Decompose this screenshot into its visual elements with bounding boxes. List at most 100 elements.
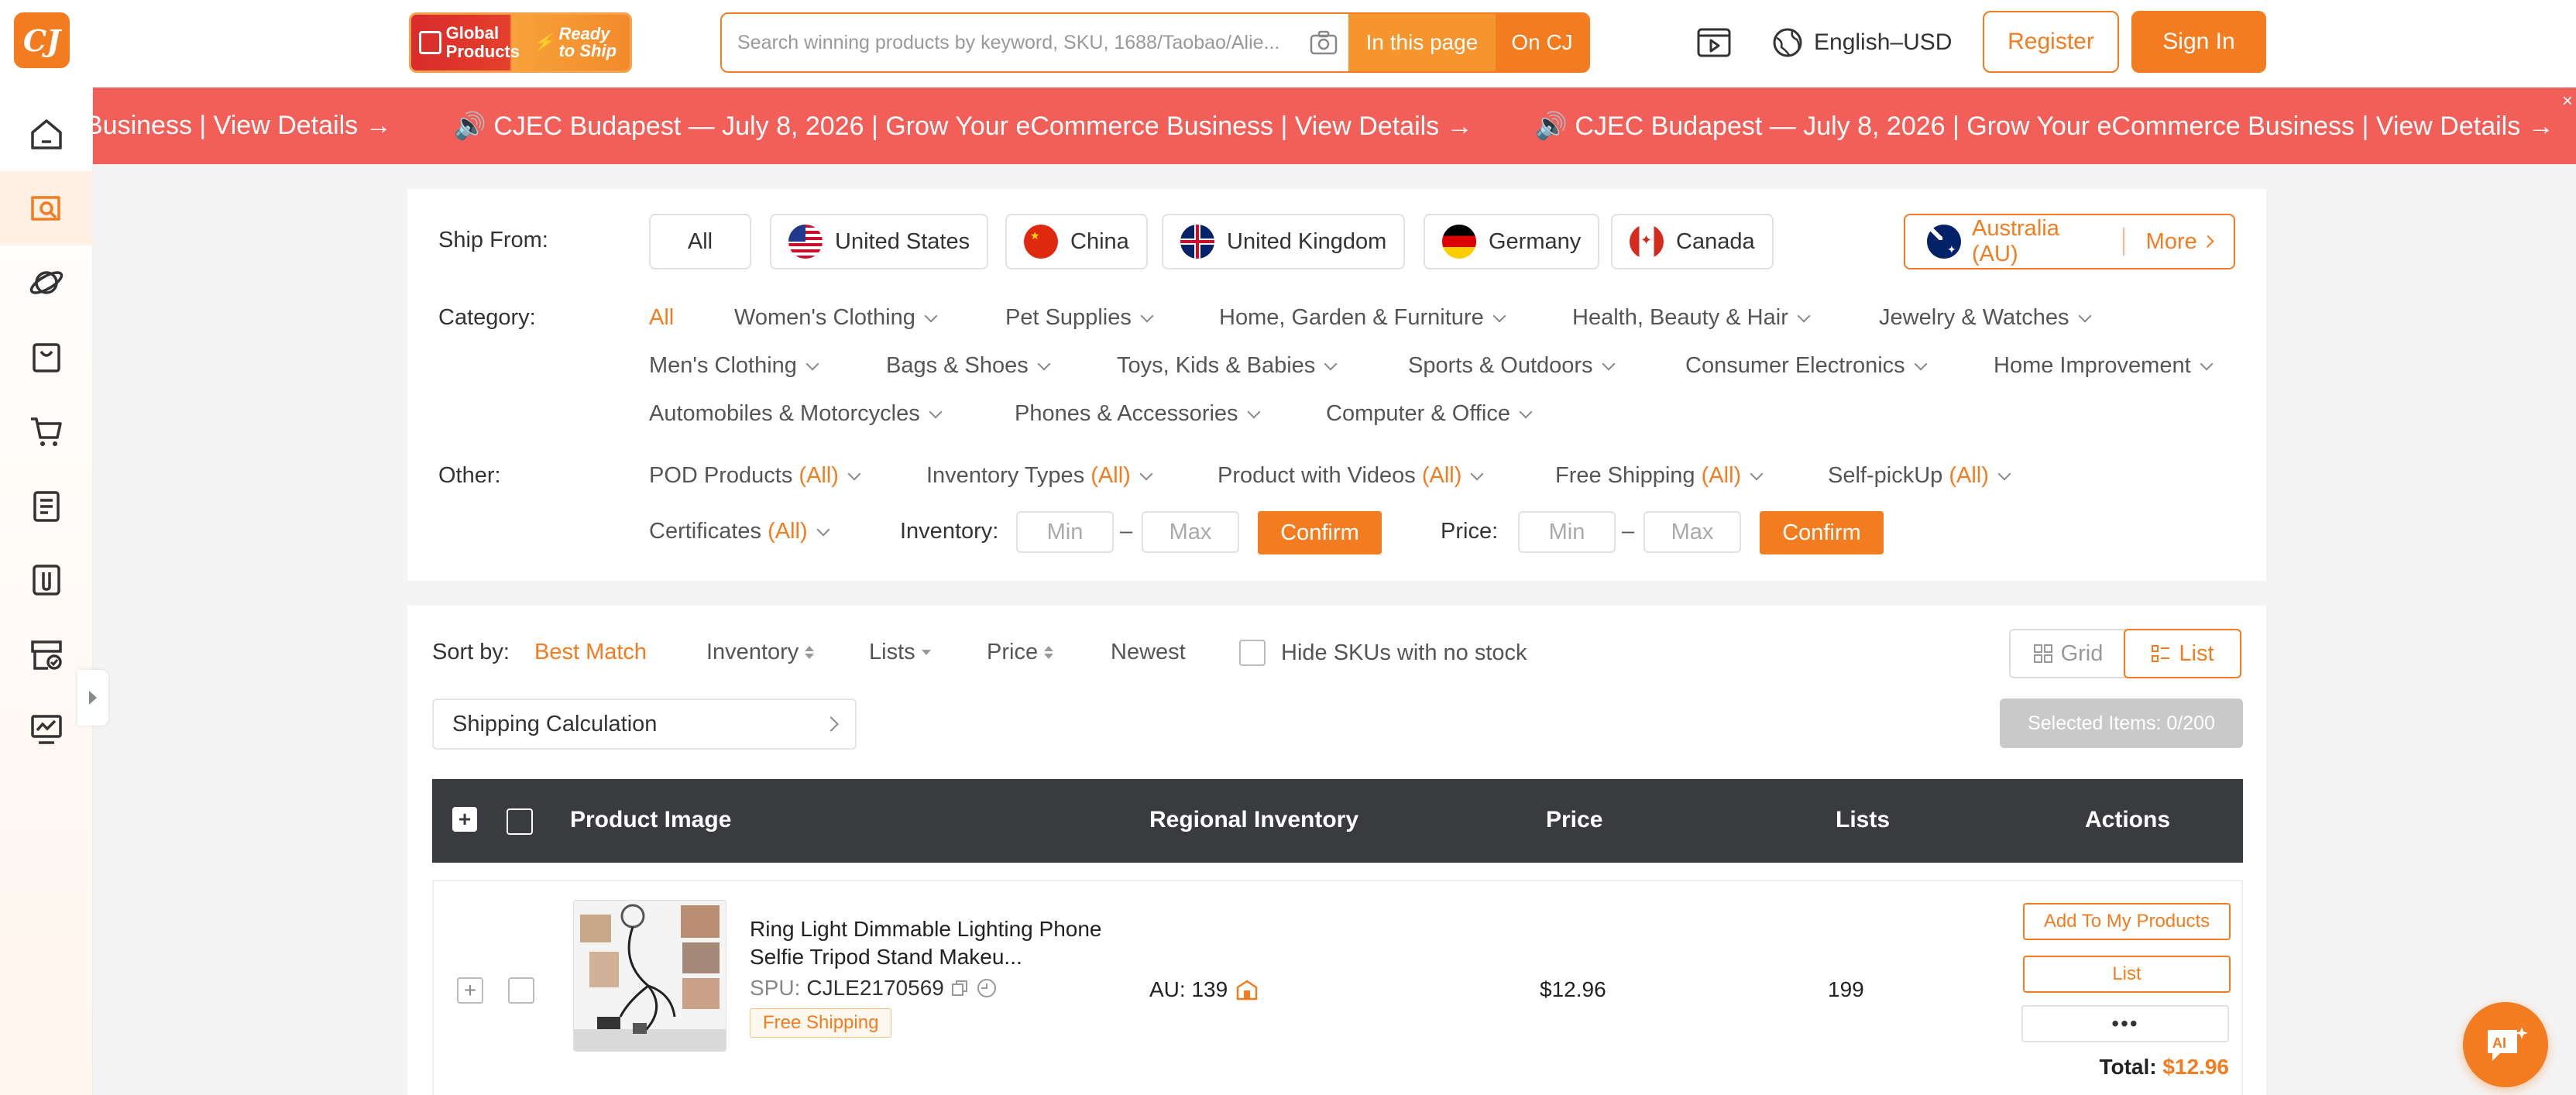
- filter-pod-products[interactable]: POD Products (All): [649, 463, 861, 489]
- more-countries-link[interactable]: More: [2146, 229, 2197, 255]
- product-title[interactable]: Ring Light Dimmable Lighting Phone Selfi…: [750, 915, 1137, 971]
- category-womens-clothing[interactable]: Women's Clothing: [734, 305, 938, 331]
- inventory-max-input[interactable]: Max: [1142, 511, 1239, 553]
- category-consumer-electronics[interactable]: Consumer Electronics: [1685, 353, 1928, 379]
- category-jewelry-watches[interactable]: Jewelry & Watches: [1879, 305, 2091, 331]
- announcement-banner[interactable]: Business | View Details → 🔊 CJEC Budapes…: [93, 88, 2576, 164]
- chevron-down-icon: [1997, 467, 2011, 481]
- inventory-confirm-button[interactable]: Confirm: [1258, 511, 1382, 554]
- sign-in-button[interactable]: Sign In: [2131, 11, 2266, 73]
- ship-from-canada[interactable]: ✦ Canada: [1611, 214, 1774, 269]
- row-checkbox[interactable]: [508, 977, 534, 1004]
- hide-skus-checkbox[interactable]: [1239, 640, 1266, 666]
- search-input[interactable]: [722, 14, 1299, 71]
- search-in-page-button[interactable]: In this page: [1348, 14, 1496, 71]
- ship-from-united-states[interactable]: United States: [770, 214, 989, 269]
- sidebar-item-product-search[interactable]: [0, 171, 93, 245]
- ship-from-united-kingdom[interactable]: United Kingdom: [1162, 214, 1406, 269]
- sort-by-label: Sort by:: [432, 640, 510, 664]
- filter-certificates[interactable]: Certificates (All): [649, 519, 830, 544]
- chevron-right-icon: [2201, 235, 2214, 249]
- chevron-down-icon: [1470, 467, 1484, 481]
- product-lists-count: 199: [1828, 977, 1864, 1001]
- language-selector[interactable]: English–USD: [1772, 23, 1952, 62]
- sort-newest[interactable]: Newest: [1111, 640, 1186, 665]
- ship-from-china[interactable]: ★ China: [1005, 214, 1148, 269]
- more-actions-button[interactable]: •••: [2021, 1005, 2229, 1042]
- category-computer-office[interactable]: Computer & Office: [1326, 401, 1533, 427]
- ship-from-all[interactable]: All: [649, 214, 751, 269]
- category-automobiles[interactable]: Automobiles & Motorcycles: [649, 401, 943, 427]
- ai-assistant-button[interactable]: AI: [2463, 1002, 2548, 1087]
- inventory-range-label: Inventory:: [900, 519, 999, 544]
- category-all[interactable]: All: [649, 305, 674, 331]
- product-thumbnail[interactable]: [573, 900, 726, 1052]
- chevron-down-icon: [847, 467, 861, 481]
- sidebar-expand-button[interactable]: [77, 670, 108, 726]
- view-toggle: Grid List: [2009, 629, 2241, 678]
- grid-view-button[interactable]: Grid: [2011, 630, 2125, 677]
- sort-best-match[interactable]: Best Match: [534, 640, 647, 665]
- filter-self-pickup[interactable]: Self-pickUp (All): [1828, 463, 2011, 489]
- list-button[interactable]: List: [2023, 956, 2231, 993]
- close-icon[interactable]: ×: [2562, 91, 2573, 112]
- selected-items-button[interactable]: Selected Items: 0/200: [2000, 699, 2243, 748]
- list-view-button[interactable]: List: [2124, 629, 2241, 678]
- select-all-checkbox[interactable]: [507, 808, 533, 835]
- language-label: English–USD: [1814, 29, 1953, 55]
- chevron-down-icon: [2078, 309, 2091, 323]
- announcement-item[interactable]: 🔊 CJEC Budapest — July 8, 2026 | Grow Yo…: [454, 111, 1473, 142]
- cj-logo[interactable]: CJ: [14, 12, 70, 68]
- category-toys-kids[interactable]: Toys, Kids & Babies: [1117, 353, 1338, 379]
- register-button[interactable]: Register: [1983, 11, 2119, 73]
- hide-skus-toggle[interactable]: Hide SKUs with no stock: [1239, 640, 1527, 666]
- sidebar-item-cart[interactable]: [0, 394, 93, 469]
- sidebar-item-my-products[interactable]: [0, 320, 93, 394]
- sidebar-item-pod[interactable]: [0, 543, 93, 617]
- filter-free-shipping[interactable]: Free Shipping (All): [1555, 463, 1764, 489]
- camera-icon[interactable]: [1299, 14, 1348, 71]
- sidebar-item-home[interactable]: [0, 97, 93, 171]
- sort-lists[interactable]: Lists: [869, 640, 931, 665]
- category-pet-supplies[interactable]: Pet Supplies: [1005, 305, 1154, 331]
- left-sidebar: [0, 88, 108, 1095]
- video-icon[interactable]: [1696, 25, 1732, 60]
- expand-all-icon[interactable]: +: [452, 807, 477, 832]
- top-header: CJ GlobalProducts ⚡ Readyto Ship In this…: [0, 0, 2576, 88]
- table-header: + Product Image Regional Inventory Price…: [432, 779, 2243, 863]
- category-bags-shoes[interactable]: Bags & Shoes: [886, 353, 1051, 379]
- price-max-input[interactable]: Max: [1643, 511, 1741, 553]
- selected-country[interactable]: Australia (AU): [1972, 216, 2101, 267]
- category-mens-clothing[interactable]: Men's Clothing: [649, 353, 819, 379]
- category-home-garden[interactable]: Home, Garden & Furniture: [1219, 305, 1506, 331]
- global-products-banner[interactable]: Global Products ⚡ Ready to Ship: [409, 12, 632, 73]
- category-phones-accessories[interactable]: Phones & Accessories: [1015, 401, 1261, 427]
- category-home-improvement[interactable]: Home Improvement: [1994, 353, 2214, 379]
- inventory-min-input[interactable]: Min: [1016, 511, 1114, 553]
- sidebar-item-orders[interactable]: [0, 469, 93, 543]
- chevron-down-icon: [1914, 357, 1928, 371]
- filter-product-with-videos[interactable]: Product with Videos (All): [1218, 463, 1484, 489]
- price-confirm-button[interactable]: Confirm: [1760, 511, 1884, 554]
- uk-flag-icon: [1180, 225, 1214, 259]
- range-dash: –: [1120, 519, 1133, 544]
- category-health-beauty[interactable]: Health, Beauty & Hair: [1572, 305, 1811, 331]
- filter-inventory-types[interactable]: Inventory Types (All): [926, 463, 1153, 489]
- sort-price[interactable]: Price: [987, 640, 1054, 665]
- announcement-item[interactable]: 🔊 CJEC Budapest — July 8, 2026 | Grow Yo…: [1535, 111, 2554, 142]
- add-to-my-products-button[interactable]: Add To My Products: [2023, 903, 2231, 940]
- shipping-calculation-button[interactable]: Shipping Calculation: [432, 699, 857, 750]
- search-on-cj-button[interactable]: On CJ: [1496, 14, 1589, 71]
- announcement-item[interactable]: Business | View Details →: [93, 111, 392, 142]
- expand-row-icon[interactable]: +: [457, 977, 483, 1004]
- copy-icon[interactable]: [950, 979, 969, 997]
- sort-inventory[interactable]: Inventory: [706, 640, 815, 665]
- shipping-time-icon[interactable]: [975, 977, 998, 1000]
- category-sports-outdoors[interactable]: Sports & Outdoors: [1408, 353, 1616, 379]
- column-product-image: Product Image: [570, 807, 732, 832]
- ship-from-more[interactable]: ✦ Australia (AU) More: [1904, 214, 2235, 269]
- ship-from-germany[interactable]: Germany: [1424, 214, 1600, 269]
- sidebar-item-sourcing[interactable]: [0, 245, 93, 320]
- price-min-input[interactable]: Min: [1518, 511, 1616, 553]
- results-panel: Sort by: Best Match Inventory Lists Pric…: [407, 606, 2266, 1095]
